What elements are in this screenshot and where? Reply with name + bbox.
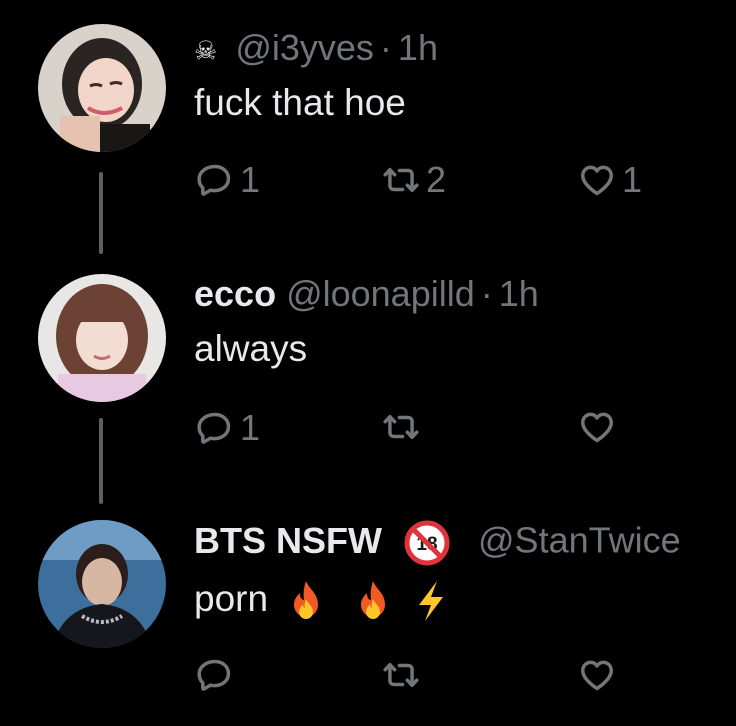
reply-button[interactable]: 1	[196, 408, 260, 448]
display-name[interactable]: BTS NSFW	[194, 520, 382, 561]
separator-dot: ·	[379, 27, 392, 68]
tweet-text: fuck that hoe	[194, 82, 406, 123]
display-name[interactable]: ecco	[194, 273, 276, 314]
reply-icon	[196, 161, 234, 199]
heart-icon	[578, 161, 616, 199]
separator-dot: ·	[480, 273, 493, 314]
like-count: 1	[622, 159, 643, 200]
reply-button[interactable]: 1	[196, 160, 260, 200]
retweet-button[interactable]: 2	[382, 160, 446, 200]
no-under-18-icon: 18	[404, 520, 450, 566]
user-handle[interactable]: @StanTwice	[478, 520, 681, 561]
retweet-button[interactable]	[382, 656, 426, 694]
tweet-header: ecco @loonapilld · 1h	[194, 274, 539, 314]
tweet-2[interactable]: ecco @loonapilld · 1h always 1	[0, 250, 736, 504]
avatar[interactable]	[38, 24, 166, 152]
skull-crossbones-icon: ☠	[194, 35, 218, 66]
lightning-emoji-icon	[418, 581, 443, 622]
retweet-icon	[382, 408, 420, 446]
reply-count: 1	[240, 159, 261, 200]
like-button[interactable]	[578, 656, 622, 694]
tweet-actions: 1	[194, 408, 714, 448]
retweet-icon	[382, 656, 420, 694]
like-button[interactable]: 1	[578, 160, 642, 200]
retweet-icon	[382, 161, 420, 199]
user-handle[interactable]: @i3yves	[235, 27, 374, 68]
timestamp[interactable]: 1h	[398, 27, 438, 68]
timestamp[interactable]: 1h	[499, 273, 539, 314]
avatar[interactable]	[38, 274, 166, 402]
tweet-header: BTS NSFW 18 @StanTwice	[194, 520, 681, 566]
retweet-count: 2	[426, 159, 447, 200]
reply-icon	[196, 409, 234, 447]
tweet-actions: 1 2 1	[194, 160, 714, 200]
tweet-text-content: porn	[194, 578, 269, 619]
avatar[interactable]	[38, 520, 166, 648]
heart-icon	[578, 656, 616, 694]
tweet-3[interactable]: BTS NSFW 18 @StanTwice porn	[0, 496, 736, 726]
tweet-text: porn	[194, 578, 451, 623]
heart-icon	[578, 408, 616, 446]
reply-count: 1	[240, 407, 261, 448]
fire-emoji-icon	[360, 581, 385, 620]
reply-button[interactable]	[196, 656, 240, 694]
tweet-text: always	[194, 328, 308, 369]
tweet-1[interactable]: ☠ @i3yves · 1h fuck that hoe 1 2 1	[0, 0, 736, 254]
thread-line	[99, 172, 103, 254]
fire-emoji-icon	[294, 581, 319, 620]
like-button[interactable]	[578, 408, 622, 446]
user-handle[interactable]: @loonapilld	[286, 273, 475, 314]
reply-icon	[196, 656, 234, 694]
retweet-button[interactable]	[382, 408, 426, 446]
thread-line	[99, 418, 103, 504]
tweet-actions	[194, 656, 714, 696]
tweet-header: ☠ @i3yves · 1h	[194, 28, 438, 70]
